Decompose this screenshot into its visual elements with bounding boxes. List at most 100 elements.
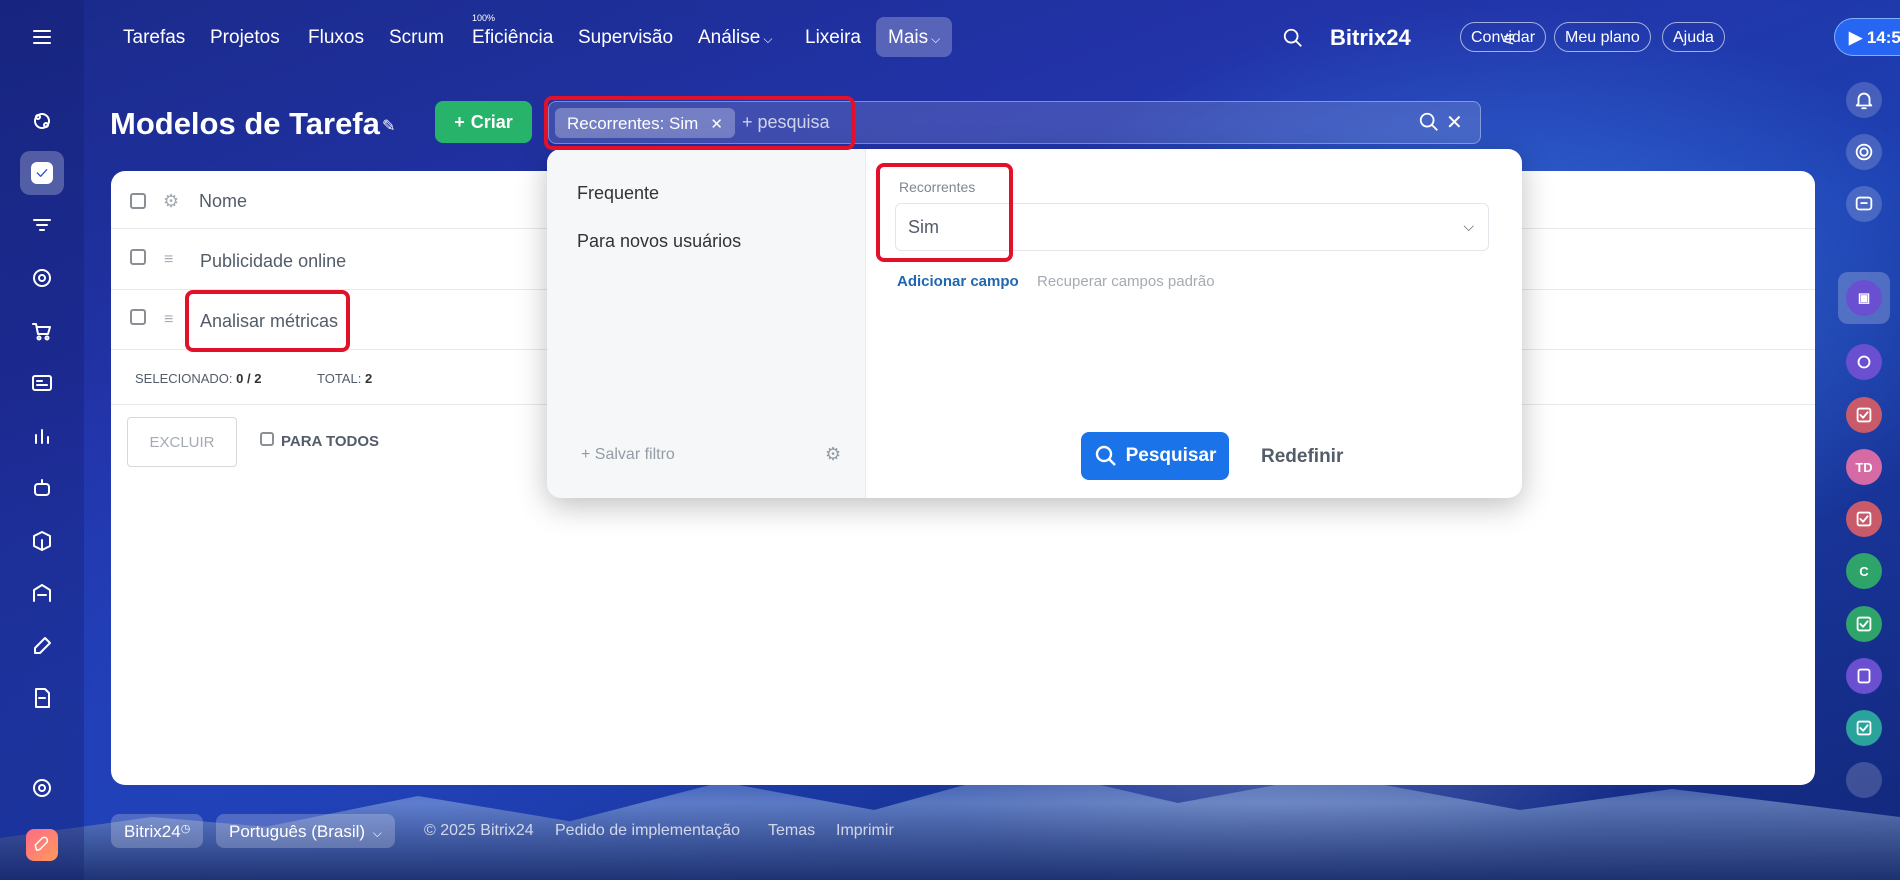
drag-handle-icon[interactable]: ≡ — [164, 251, 173, 269]
footer-brand-label: Bitrix24 — [124, 822, 181, 841]
highlight-filter-bar — [544, 96, 855, 150]
contact-icon: ▣ — [1846, 280, 1882, 316]
save-filter-label: Salvar filtro — [594, 446, 675, 463]
bell-icon[interactable] — [1846, 82, 1882, 118]
brand-logo[interactable]: Bitrix24 — [1330, 25, 1411, 51]
settings-icon[interactable] — [20, 766, 64, 810]
chat-sync-icon[interactable] — [1846, 186, 1882, 222]
analytics-icon[interactable] — [20, 414, 64, 458]
right-sidebar: ▣ TD C — [1828, 76, 1900, 880]
copilot-icon[interactable] — [1846, 134, 1882, 170]
avatar[interactable] — [1846, 762, 1882, 798]
worktime-button[interactable]: ▶ 14:51 — [1834, 18, 1900, 56]
nav-supervisao[interactable]: Supervisão — [578, 27, 673, 49]
plus-icon: + — [581, 446, 591, 463]
top-navigation: Tarefas Projetos Fluxos Scrum 100% Efici… — [84, 0, 1900, 76]
recent-chat-2[interactable] — [1846, 344, 1882, 380]
nav-scrum[interactable]: Scrum — [389, 27, 444, 49]
sign-icon[interactable] — [20, 624, 64, 668]
language-label: Português (Brasil) — [229, 822, 366, 841]
row-checkbox[interactable] — [130, 249, 146, 265]
nav-analise[interactable]: Análise ⌵ — [698, 27, 772, 49]
recent-chat-td[interactable]: TD — [1846, 449, 1882, 485]
footer-brand[interactable]: Bitrix24◷ — [111, 814, 204, 848]
worktime-value: 14:51 — [1866, 28, 1900, 47]
column-header-nome[interactable]: Nome — [199, 191, 247, 212]
help-button[interactable]: Ajuda — [1662, 22, 1725, 52]
row-checkbox[interactable] — [130, 309, 146, 325]
chevron-down-icon: ⌵ — [931, 32, 941, 46]
footer-link-print[interactable]: Imprimir — [836, 822, 894, 840]
nav-eficiencia[interactable]: 100% Eficiência — [472, 13, 554, 49]
nav-lixeira[interactable]: Lixeira — [805, 27, 861, 49]
left-sidebar — [0, 0, 84, 880]
chevron-down-icon: ⌵ — [372, 826, 382, 840]
feed-icon[interactable] — [20, 361, 64, 405]
selected-value: 0 / 2 — [236, 371, 262, 386]
nav-projetos[interactable]: Projetos — [210, 27, 280, 49]
play-icon: ▶ — [1849, 28, 1863, 47]
create-button[interactable]: + Criar — [435, 101, 532, 143]
total-counter: TOTAL: 2 — [317, 371, 372, 386]
tasks-icon[interactable] — [20, 151, 64, 195]
nav-fluxos[interactable]: Fluxos — [308, 27, 364, 49]
search-button[interactable]: Pesquisar — [1081, 432, 1229, 480]
language-selector[interactable]: Português (Brasil) ⌵ — [216, 814, 395, 848]
drag-handle-icon[interactable]: ≡ — [164, 311, 173, 329]
search-icon — [1095, 445, 1116, 466]
selected-counter: SELECIONADO: 0 / 2 — [135, 371, 261, 386]
nav-eficiencia-label: Eficiência — [472, 27, 554, 48]
nav-analise-label: Análise — [698, 27, 761, 48]
for-all-label: PARA TODOS — [281, 433, 380, 450]
search-label: Pesquisar — [1125, 445, 1217, 466]
contact-icon[interactable] — [1846, 658, 1882, 694]
for-all-checkbox[interactable] — [260, 432, 274, 446]
task-chat-icon[interactable] — [1846, 606, 1882, 642]
select-all-checkbox[interactable] — [130, 193, 146, 209]
cart-icon[interactable] — [20, 309, 64, 353]
task-chat-icon[interactable] — [1846, 397, 1882, 433]
collab-icon[interactable] — [20, 99, 64, 143]
nav-tarefas[interactable]: Tarefas — [123, 27, 185, 49]
search-icon[interactable] — [1282, 27, 1304, 54]
copyright: © 2025 Bitrix24 — [424, 822, 534, 839]
save-filter-button[interactable]: + Salvar filtro — [581, 446, 675, 464]
warehouse-icon[interactable] — [20, 571, 64, 615]
delete-button[interactable]: EXCLUIR — [127, 417, 237, 467]
recent-chat-1[interactable]: ▣ — [1838, 272, 1890, 324]
total-label: TOTAL: — [317, 371, 362, 386]
invite-button[interactable]: Convidar — [1460, 22, 1547, 52]
add-field-link[interactable]: Adicionar campo — [897, 273, 1019, 290]
funnel-icon[interactable] — [20, 204, 64, 248]
my-plan-button[interactable]: Meu plano — [1554, 22, 1651, 52]
preset-novos-usuarios[interactable]: Para novos usuários — [577, 231, 741, 252]
recent-chat-c[interactable]: C — [1846, 553, 1882, 589]
target-icon[interactable] — [20, 256, 64, 300]
efficiency-badge: 100% — [472, 13, 496, 23]
restore-fields-link[interactable]: Recuperar campos padrão — [1037, 273, 1215, 290]
box-icon[interactable] — [20, 519, 64, 563]
robot-icon[interactable] — [20, 466, 64, 510]
chevron-down-icon: ⌵ — [1463, 218, 1474, 234]
reset-button[interactable]: Redefinir — [1261, 446, 1343, 468]
pin-icon[interactable]: ✎ — [382, 116, 395, 136]
close-icon[interactable]: ✕ — [1446, 110, 1463, 135]
rocket-icon[interactable] — [26, 829, 58, 861]
menu-icon[interactable] — [20, 15, 64, 59]
chevron-down-icon: ⌵ — [763, 32, 773, 46]
gear-icon[interactable]: ⚙ — [825, 444, 841, 465]
selected-label: SELECIONADO: — [135, 371, 233, 386]
gear-icon[interactable]: ⚙ — [163, 191, 179, 212]
task-chat-icon[interactable] — [1846, 501, 1882, 537]
create-label: Criar — [470, 111, 513, 132]
preset-frequente[interactable]: Frequente — [577, 183, 659, 204]
footer-link-themes[interactable]: Temas — [768, 822, 815, 840]
footer-link-implementation[interactable]: Pedido de implementação — [555, 822, 740, 840]
nav-mais[interactable]: Mais ⌵ — [876, 17, 953, 57]
search-icon[interactable] — [1418, 111, 1440, 138]
template-name[interactable]: Publicidade online — [200, 251, 346, 272]
task-chat-icon[interactable] — [1846, 710, 1882, 746]
document-icon[interactable] — [20, 676, 64, 720]
filter-presets-panel: Frequente Para novos usuários + Salvar f… — [547, 149, 866, 498]
clock-icon: ◷ — [180, 823, 191, 835]
